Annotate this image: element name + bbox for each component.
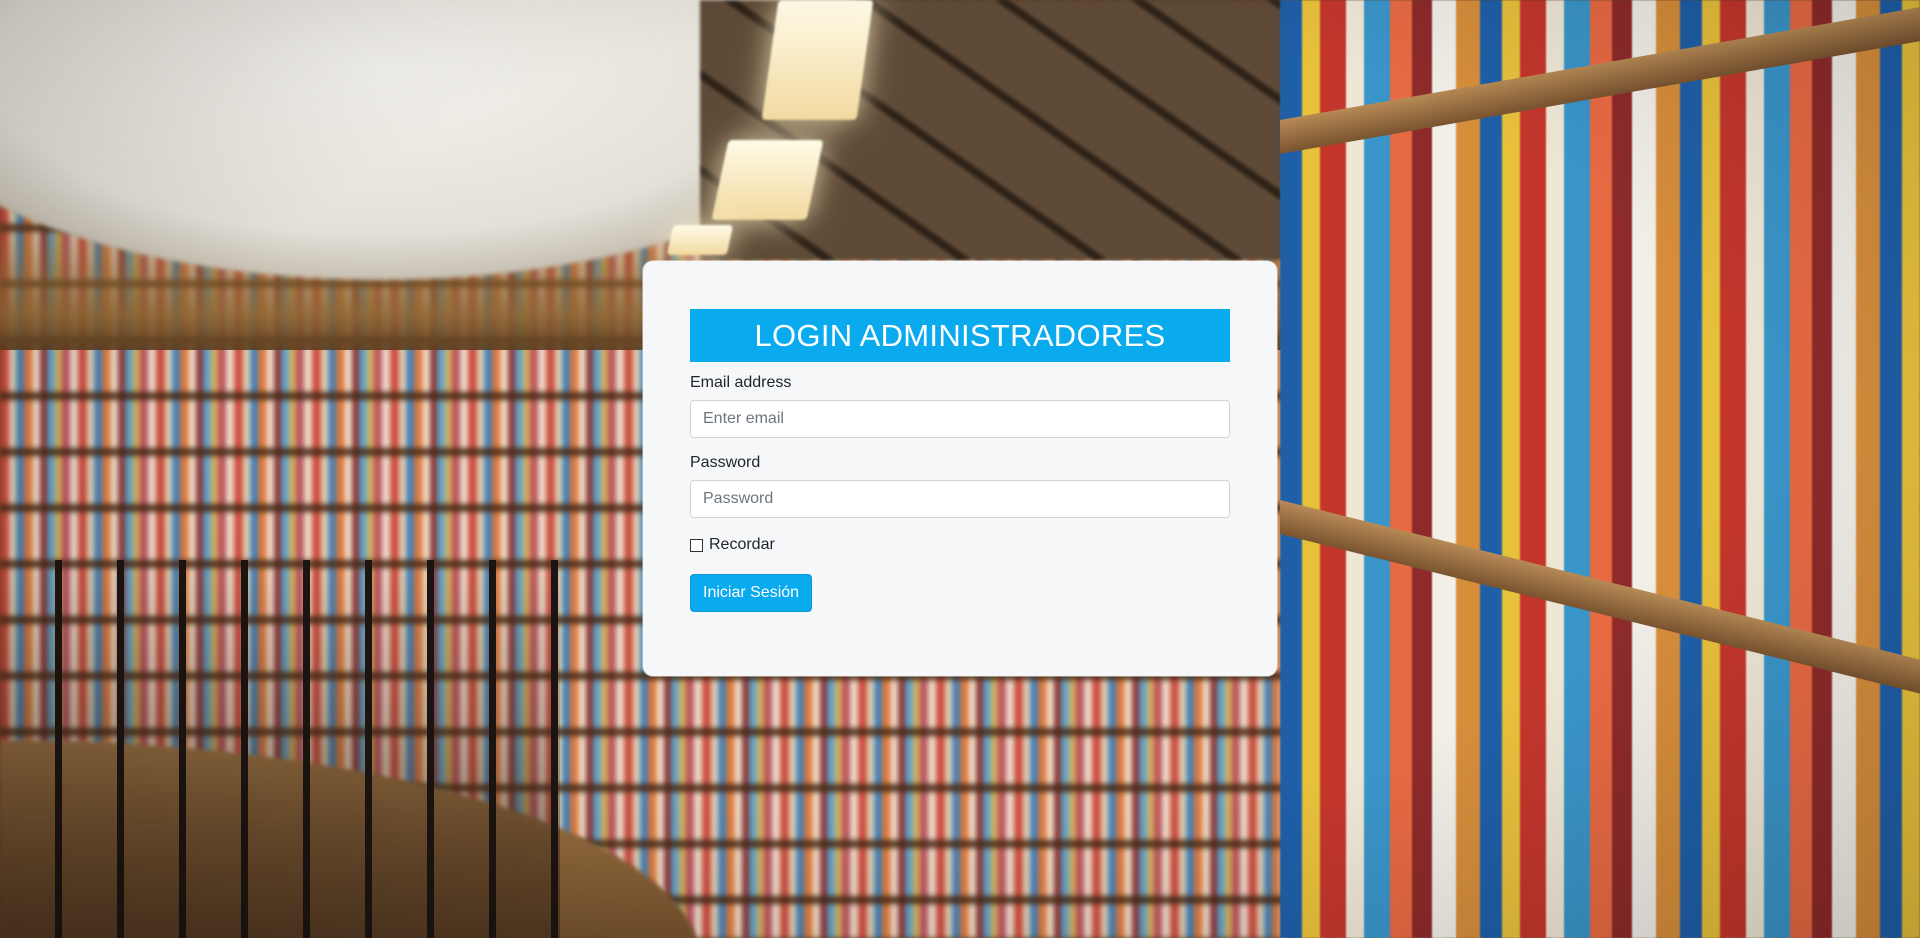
remember-label[interactable]: Recordar xyxy=(709,536,775,554)
email-input[interactable] xyxy=(690,400,1230,438)
password-input[interactable] xyxy=(690,480,1230,518)
login-title: LOGIN ADMINISTRADORES xyxy=(690,309,1230,362)
login-button[interactable]: Iniciar Sesión xyxy=(690,574,813,612)
email-label: Email address xyxy=(690,374,792,391)
password-label: Password xyxy=(690,454,761,471)
remember-checkbox[interactable] xyxy=(690,538,703,552)
login-card: LOGIN ADMINISTRADORES Email address Pass… xyxy=(643,261,1277,676)
remember-row: Recordar xyxy=(690,536,1230,554)
